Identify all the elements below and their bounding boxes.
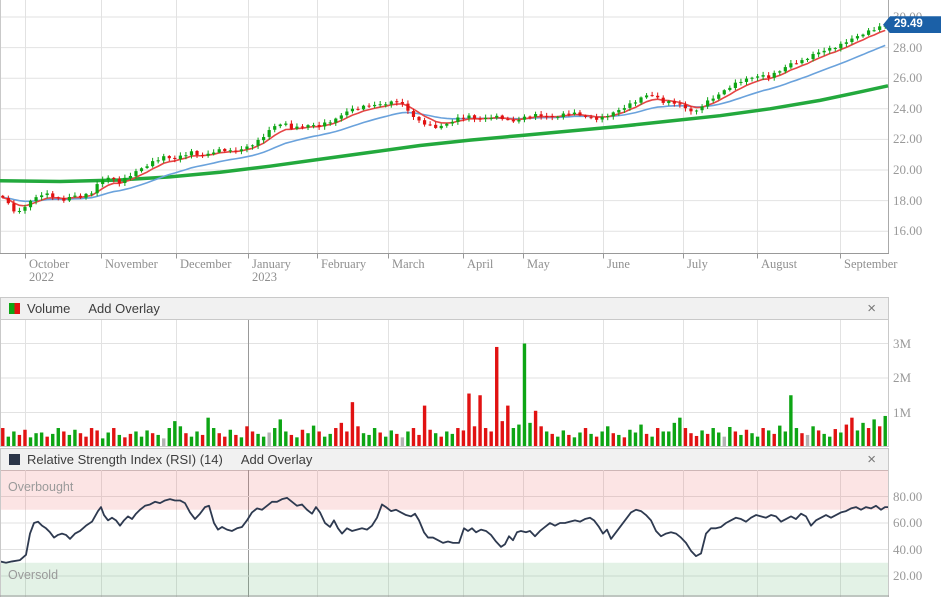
price-axis-label: 18.00 — [893, 193, 922, 209]
last-price-badge: 29.49 — [883, 16, 941, 33]
volume-panel-title: Volume — [27, 301, 70, 316]
volume-add-overlay-link[interactable]: Add Overlay — [88, 301, 160, 316]
volume-legend-icon — [9, 303, 20, 314]
rsi-chart-canvas[interactable] — [0, 470, 889, 597]
month-label: May — [527, 258, 550, 271]
price-axis-label: 22.00 — [893, 131, 922, 147]
month-label: February — [321, 258, 366, 271]
rsi-axis-label: 60.00 — [893, 515, 922, 531]
rsi-legend-icon — [9, 454, 20, 465]
volume-axis-label: 3M — [893, 336, 911, 352]
price-chart-canvas[interactable] — [0, 0, 945, 260]
month-label: September — [844, 258, 897, 271]
month-label: March — [392, 258, 425, 271]
rsi-axis-label: 80.00 — [893, 489, 922, 505]
price-axis-label: 24.00 — [893, 101, 922, 117]
volume-panel-header: Volume Add Overlay × — [0, 297, 889, 320]
price-axis-label: 20.00 — [893, 162, 922, 178]
month-label: November — [105, 258, 158, 271]
rsi-axis-label: 40.00 — [893, 542, 922, 558]
volume-axis-label: 2M — [893, 370, 911, 386]
month-label: July — [687, 258, 708, 271]
month-label: August — [761, 258, 797, 271]
rsi-panel-title: Relative Strength Index (RSI) (14) — [27, 452, 223, 467]
price-axis-label: 26.00 — [893, 70, 922, 86]
rsi-axis-label: 20.00 — [893, 568, 922, 584]
price-axis-label: 16.00 — [893, 223, 922, 239]
month-label: December — [180, 258, 231, 271]
overbought-label: Overbought — [8, 480, 73, 494]
rsi-panel-header: Relative Strength Index (RSI) (14) Add O… — [0, 448, 889, 471]
month-label: October2022 — [29, 258, 69, 284]
volume-chart-canvas[interactable] — [0, 320, 889, 448]
rsi-close-icon[interactable]: × — [867, 452, 876, 467]
volume-close-icon[interactable]: × — [867, 301, 876, 316]
rsi-add-overlay-link[interactable]: Add Overlay — [241, 452, 313, 467]
price-axis-label: 28.00 — [893, 40, 922, 56]
month-label: April — [467, 258, 493, 271]
month-label: June — [607, 258, 630, 271]
oversold-label: Oversold — [8, 568, 58, 582]
month-label: January2023 — [252, 258, 291, 284]
stock-chart-app: 29.49 30.0028.0026.0024.0022.0020.0018.0… — [0, 0, 945, 597]
volume-axis-label: 1M — [893, 405, 911, 421]
